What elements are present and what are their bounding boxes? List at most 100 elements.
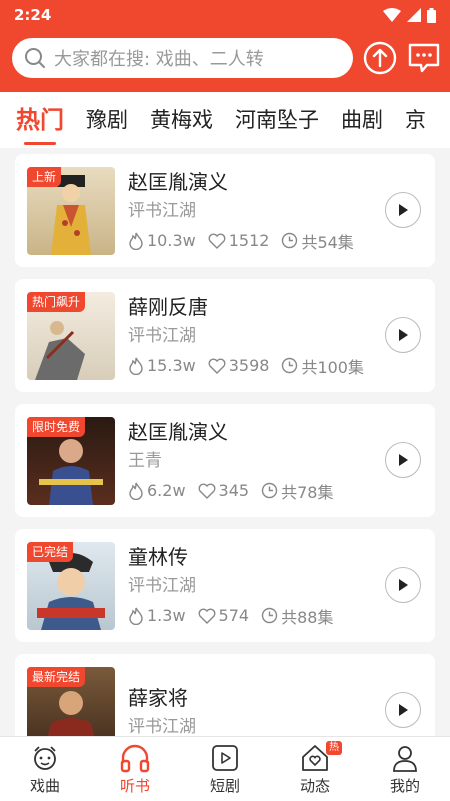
nav-duanju[interactable]: 短剧 [180, 737, 270, 801]
episode-count-value: 共54集 [301, 232, 354, 252]
wifi-icon [383, 8, 401, 22]
like-count-value: 345 [218, 481, 250, 500]
upload-button[interactable] [363, 40, 397, 76]
play-icon [399, 454, 408, 466]
message-button[interactable] [407, 40, 441, 76]
video-play-icon [212, 745, 238, 771]
cover-image: 限时免费 [27, 416, 115, 505]
like-count: 3598 [208, 356, 270, 375]
heart-icon [208, 233, 226, 249]
nav-tingshu[interactable]: 听书 [90, 737, 180, 801]
play-count-value: 6.2w [147, 481, 186, 500]
like-count: 574 [198, 606, 250, 625]
episode-count-value: 共78集 [281, 482, 334, 502]
clock-icon [261, 482, 278, 499]
item-title: 童林传 [128, 544, 188, 569]
list-item[interactable]: 热门飙升 薛刚反唐 评书江湖 15.3w 3598 共100集 [15, 279, 435, 392]
item-stats: 15.3w 3598 共100集 [128, 354, 423, 378]
like-count-value: 574 [218, 606, 250, 625]
list-item[interactable]: 限时免费 赵匡胤演义 王青 6.2w 345 共78集 [15, 404, 435, 517]
heart-icon [198, 483, 215, 499]
message-icon [408, 43, 440, 73]
bottom-nav: 戏曲 听书 短剧 热 动态 我的 [0, 736, 450, 801]
like-count: 345 [198, 481, 250, 500]
nav-label: 短剧 [209, 777, 240, 795]
play-button[interactable] [385, 442, 421, 478]
tab-henan-zhuizi[interactable]: 河南坠子 [235, 109, 319, 131]
item-stats: 10.3w 1512 共54集 [128, 229, 423, 253]
episode-count-value: 共100集 [301, 357, 364, 377]
item-info: 赵匡胤演义 评书江湖 10.3w 1512 共54集 [128, 169, 423, 253]
play-icon [399, 329, 408, 341]
nav-wode[interactable]: 我的 [360, 737, 450, 801]
search-row: 大家都在搜: 戏曲、二人转 [0, 30, 450, 78]
episode-count-value: 共88集 [281, 607, 334, 627]
like-count: 1512 [208, 231, 270, 250]
play-icon [399, 579, 408, 591]
hot-badge: 热 [326, 741, 342, 755]
tab-yuju[interactable]: 豫剧 [86, 109, 128, 131]
tab-jing[interactable]: 京 [405, 109, 426, 131]
flame-icon [129, 607, 143, 625]
nav-label: 动态 [299, 777, 330, 795]
play-icon [399, 704, 408, 716]
nav-label: 我的 [389, 777, 420, 795]
cover-image: 已完结 [27, 541, 115, 630]
tab-hot[interactable]: 热门 [16, 108, 64, 145]
play-count: 15.3w [128, 356, 196, 375]
cover-image: 热门飙升 [27, 291, 115, 380]
alarm-clock-icon [34, 746, 56, 770]
play-count-value: 10.3w [147, 231, 196, 250]
clock-icon [261, 607, 278, 624]
tab-huangmeixi[interactable]: 黄梅戏 [150, 109, 213, 131]
like-count-value: 3598 [228, 356, 270, 375]
item-author: 评书江湖 [128, 325, 196, 346]
status-bar: 2:24 [0, 0, 450, 30]
cover-image: 上新 [27, 166, 115, 255]
play-count: 1.3w [128, 606, 186, 625]
item-title: 薛刚反唐 [128, 294, 208, 319]
heart-icon [198, 608, 215, 624]
category-tabs: 热门 豫剧 黄梅戏 河南坠子 曲剧 京 [0, 92, 450, 148]
nav-dongtai[interactable]: 热 动态 [270, 737, 360, 801]
audio-list: 上新 赵匡胤演义 评书江湖 10.3w 1512 共54集 热门飙升 薛刚反唐 … [0, 148, 450, 767]
play-count: 10.3w [128, 231, 196, 250]
item-title: 薛家将 [128, 685, 188, 710]
play-count-value: 15.3w [147, 356, 196, 375]
like-count-value: 1512 [228, 231, 270, 250]
tab-quju[interactable]: 曲剧 [341, 109, 383, 131]
headphones-icon [120, 744, 150, 773]
list-item[interactable]: 上新 赵匡胤演义 评书江湖 10.3w 1512 共54集 [15, 154, 435, 267]
nav-label: 戏曲 [29, 777, 60, 795]
item-info: 薛家将 评书江湖 [128, 685, 423, 737]
episode-count: 共54集 [281, 229, 354, 253]
cover-badge: 最新完结 [27, 666, 86, 687]
play-icon [399, 204, 408, 216]
play-count: 6.2w [128, 481, 186, 500]
list-item[interactable]: 已完结 童林传 评书江湖 1.3w 574 共88集 [15, 529, 435, 642]
nav-label: 听书 [119, 777, 150, 795]
search-input[interactable]: 大家都在搜: 戏曲、二人转 [12, 38, 353, 78]
item-author: 王青 [128, 450, 162, 471]
flame-icon [129, 357, 143, 375]
play-button[interactable] [385, 317, 421, 353]
cover-badge: 已完结 [27, 541, 74, 562]
item-title: 赵匡胤演义 [128, 169, 228, 194]
status-time: 2:24 [14, 6, 52, 24]
flame-icon [129, 232, 143, 250]
episode-count: 共100集 [281, 354, 364, 378]
episode-count: 共88集 [261, 604, 333, 628]
item-info: 赵匡胤演义 王青 6.2w 345 共78集 [128, 419, 423, 503]
play-button[interactable] [385, 567, 421, 603]
item-info: 薛刚反唐 评书江湖 15.3w 3598 共100集 [128, 294, 423, 378]
clock-icon [282, 232, 298, 249]
episode-count: 共78集 [261, 479, 333, 503]
heart-icon [208, 358, 226, 374]
item-author: 评书江湖 [128, 200, 196, 221]
play-button[interactable] [385, 192, 421, 228]
upload-arrow-icon [363, 41, 397, 75]
play-button[interactable] [385, 692, 421, 728]
clock-icon [282, 357, 298, 374]
nav-xiqu[interactable]: 戏曲 [0, 737, 90, 801]
battery-icon [427, 7, 436, 23]
